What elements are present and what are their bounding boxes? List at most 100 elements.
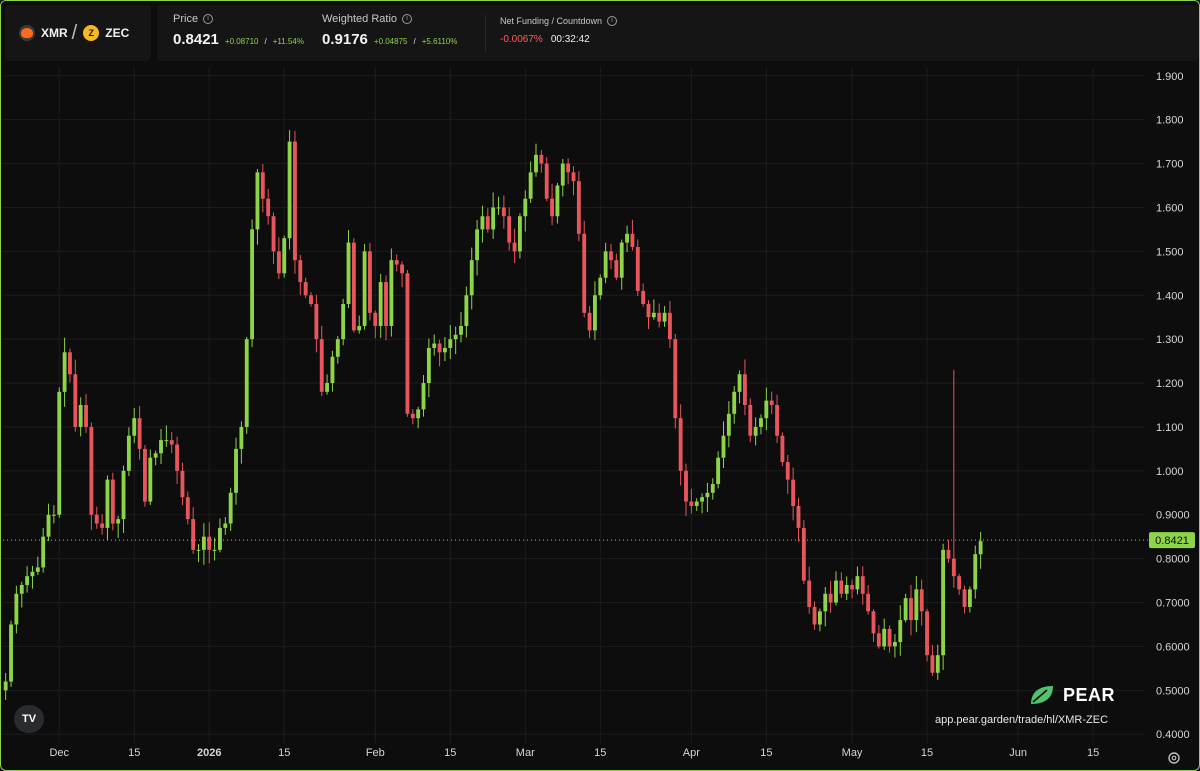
- candle-body[interactable]: [201, 536, 206, 550]
- candle-body[interactable]: [335, 339, 340, 357]
- candle-body[interactable]: [828, 593, 833, 603]
- candle-body[interactable]: [903, 598, 908, 621]
- candle-body[interactable]: [550, 198, 555, 217]
- candle-body[interactable]: [110, 479, 115, 524]
- candle-body[interactable]: [287, 141, 292, 239]
- candle-body[interactable]: [30, 571, 35, 577]
- candle-body[interactable]: [223, 523, 228, 528]
- candle-body[interactable]: [378, 282, 383, 326]
- candle-body[interactable]: [785, 462, 790, 480]
- candle-body[interactable]: [946, 549, 951, 559]
- candle-body[interactable]: [694, 501, 699, 506]
- candle-body[interactable]: [298, 260, 303, 283]
- candle-body[interactable]: [159, 440, 163, 454]
- pair-selector[interactable]: XMR / Z ZEC: [5, 5, 151, 61]
- candle-body[interactable]: [592, 295, 597, 331]
- candle-body[interactable]: [126, 435, 131, 471]
- candle-body[interactable]: [866, 593, 871, 612]
- candle-body[interactable]: [919, 589, 924, 612]
- info-icon[interactable]: i: [203, 14, 214, 24]
- candle-body[interactable]: [598, 277, 603, 296]
- candle-body[interactable]: [930, 655, 935, 673]
- candle-body[interactable]: [459, 325, 463, 335]
- candle-body[interactable]: [635, 246, 640, 291]
- info-icon[interactable]: i: [607, 16, 618, 26]
- candle-body[interactable]: [753, 426, 758, 436]
- candle-body[interactable]: [603, 251, 608, 278]
- candle-body[interactable]: [105, 479, 110, 528]
- candle-body[interactable]: [501, 207, 506, 217]
- candle-body[interactable]: [207, 536, 212, 550]
- candle-body[interactable]: [180, 470, 185, 498]
- candle-body[interactable]: [421, 383, 426, 410]
- candle-body[interactable]: [941, 549, 946, 656]
- candle-body[interactable]: [507, 216, 512, 243]
- candle-body[interactable]: [175, 444, 180, 471]
- candle-body[interactable]: [780, 435, 785, 463]
- candle-body[interactable]: [571, 172, 576, 182]
- candle-body[interactable]: [464, 295, 469, 326]
- candle-body[interactable]: [876, 633, 881, 647]
- candle-body[interactable]: [266, 198, 271, 217]
- candle-body[interactable]: [625, 233, 629, 243]
- candle-body[interactable]: [389, 260, 394, 326]
- candle-body[interactable]: [973, 554, 978, 590]
- candle-body[interactable]: [116, 519, 121, 524]
- candle-body[interactable]: [834, 580, 838, 603]
- candle-body[interactable]: [523, 198, 528, 217]
- candle-body[interactable]: [860, 576, 865, 594]
- candle-body[interactable]: [485, 216, 490, 230]
- candle-body[interactable]: [587, 312, 592, 331]
- candle-body[interactable]: [437, 343, 442, 353]
- candle-body[interactable]: [619, 242, 624, 278]
- candle-body[interactable]: [844, 584, 849, 594]
- candle-body[interactable]: [555, 185, 560, 217]
- candle-body[interactable]: [196, 549, 201, 551]
- candle-body[interactable]: [689, 501, 694, 506]
- candle-body[interactable]: [673, 339, 678, 419]
- candle-body[interactable]: [576, 181, 581, 234]
- candle-body[interactable]: [51, 514, 56, 516]
- candle-body[interactable]: [325, 383, 330, 392]
- candle-body[interactable]: [678, 418, 683, 471]
- candle-body[interactable]: [426, 347, 431, 384]
- candle-body[interactable]: [94, 514, 99, 524]
- candle-body[interactable]: [967, 589, 972, 607]
- candle-body[interactable]: [319, 339, 324, 392]
- candle-body[interactable]: [362, 251, 367, 326]
- candle-body[interactable]: [357, 325, 362, 331]
- candle-body[interactable]: [453, 334, 458, 340]
- candle-body[interactable]: [309, 295, 313, 305]
- candle-body[interactable]: [641, 290, 646, 305]
- candle-body[interactable]: [544, 163, 549, 199]
- candle-body[interactable]: [405, 273, 410, 414]
- candle-body[interactable]: [925, 611, 929, 656]
- candle-body[interactable]: [46, 514, 51, 537]
- candle-body[interactable]: [303, 282, 308, 296]
- candle-body[interactable]: [796, 505, 801, 528]
- candle-body[interactable]: [143, 448, 147, 502]
- candle-body[interactable]: [962, 589, 967, 607]
- candle-body[interactable]: [475, 229, 480, 261]
- candle-body[interactable]: [62, 352, 67, 392]
- candle-body[interactable]: [185, 497, 190, 520]
- candle-body[interactable]: [255, 172, 260, 230]
- candle-body[interactable]: [823, 593, 828, 612]
- candle-body[interactable]: [212, 549, 217, 551]
- candle-body[interactable]: [534, 154, 538, 173]
- candle-body[interactable]: [480, 216, 485, 230]
- candle-body[interactable]: [528, 172, 533, 199]
- candle-body[interactable]: [132, 418, 137, 436]
- candle-body[interactable]: [748, 405, 753, 436]
- candle-body[interactable]: [443, 347, 447, 353]
- candle-body[interactable]: [887, 628, 892, 647]
- candle-body[interactable]: [871, 611, 876, 634]
- candle-body[interactable]: [855, 576, 860, 590]
- candle-body[interactable]: [710, 484, 715, 493]
- candle-body[interactable]: [341, 304, 346, 340]
- candle-body[interactable]: [293, 141, 297, 261]
- candle-body[interactable]: [19, 584, 24, 594]
- candle-body[interactable]: [801, 527, 806, 581]
- candle-body[interactable]: [410, 413, 415, 419]
- candle-body[interactable]: [57, 391, 62, 515]
